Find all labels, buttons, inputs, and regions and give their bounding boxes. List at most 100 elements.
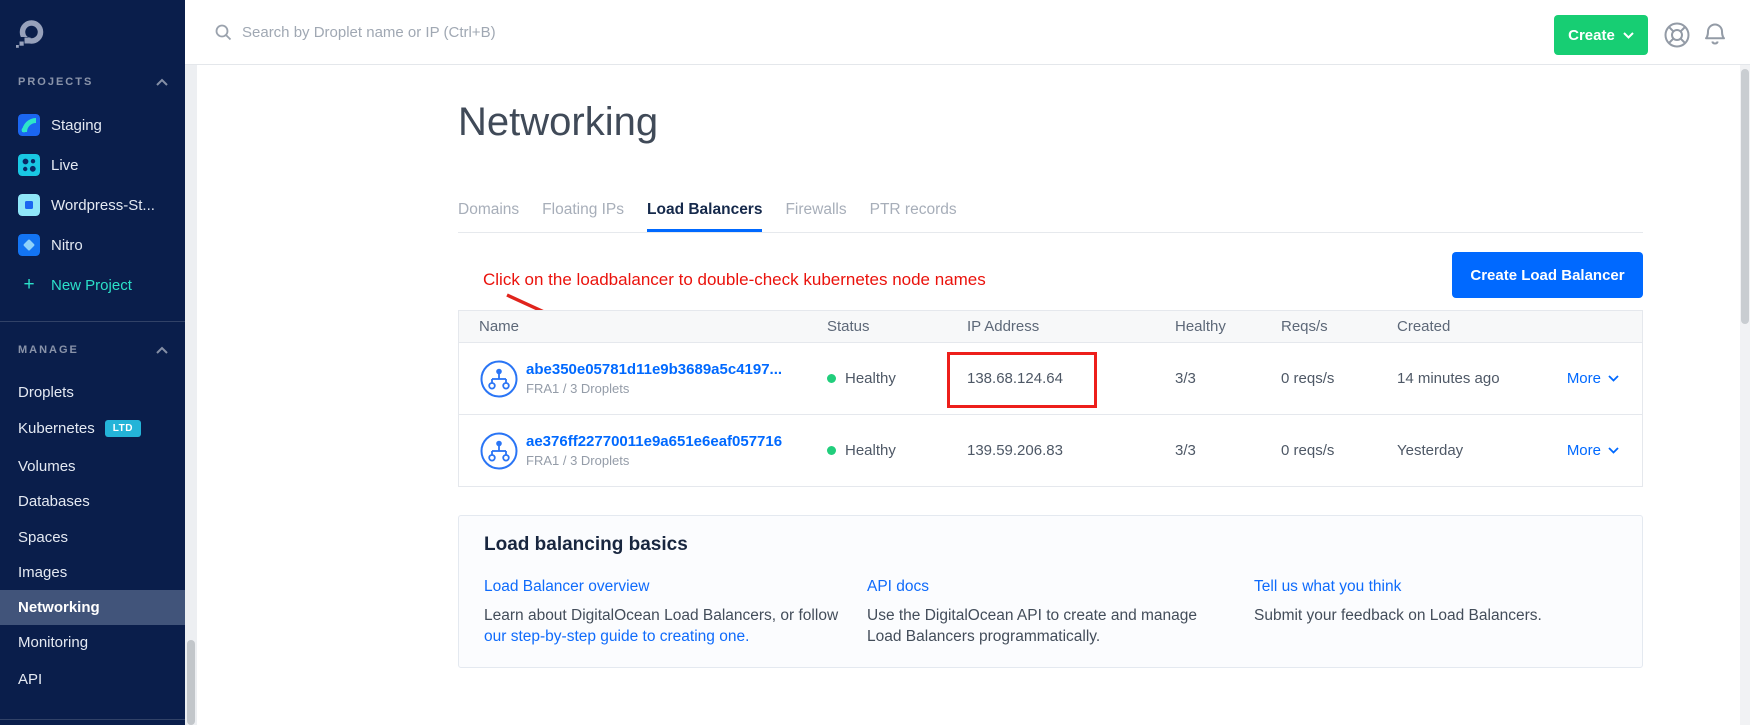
- chevron-up-icon: [155, 346, 169, 355]
- basics-text: Submit your feedback on Load Balancers.: [1254, 605, 1614, 626]
- sidebar-item-databases[interactable]: Databases: [0, 490, 185, 512]
- load-balancing-basics-card: Load balancing basics Load Balancer over…: [458, 515, 1643, 668]
- basics-column-overview: Load Balancer overview Learn about Digit…: [484, 576, 894, 647]
- ltd-badge: LTD: [105, 420, 141, 437]
- basics-title: Load balancing basics: [484, 534, 688, 556]
- sidebar-item-label: Networking: [18, 590, 100, 625]
- sidebar-item-networking-active[interactable]: Networking: [0, 590, 185, 625]
- more-menu-button[interactable]: More: [1564, 370, 1642, 387]
- sidebar-divider: [0, 321, 185, 322]
- chevron-down-icon: [1623, 32, 1634, 39]
- create-load-balancer-button[interactable]: Create Load Balancer: [1452, 252, 1643, 298]
- digitalocean-control-panel: PROJECTS Staging Live: [0, 0, 1750, 725]
- project-label: Nitro: [51, 237, 83, 254]
- step-by-step-guide-link[interactable]: our step-by-step guide to creating one.: [484, 628, 749, 645]
- basics-column-feedback: Tell us what you think Submit your feedb…: [1254, 576, 1614, 626]
- load-balancer-region: FRA1 / 3 Droplets: [526, 453, 782, 468]
- load-balancer-overview-link[interactable]: Load Balancer overview: [484, 576, 649, 597]
- chevron-down-icon: [1608, 447, 1619, 454]
- tab-ptr-records[interactable]: PTR records: [870, 201, 957, 232]
- new-project-button[interactable]: + New Project: [0, 272, 185, 298]
- project-label: Wordpress-St...: [51, 197, 155, 214]
- healthy-status-dot: [827, 374, 836, 383]
- status-label: Healthy: [845, 370, 896, 387]
- status-label: Healthy: [845, 442, 896, 459]
- search-icon: [215, 24, 232, 41]
- sidebar-item-monitoring[interactable]: Monitoring: [0, 631, 185, 653]
- chevron-down-icon: [1608, 375, 1619, 382]
- table-header-row: Name Status IP Address Healthy Reqs/s Cr…: [458, 310, 1643, 343]
- basics-text: Learn about DigitalOcean Load Balancers,…: [484, 607, 838, 624]
- sidebar-item-spaces[interactable]: Spaces: [0, 526, 185, 548]
- sidebar-item-label: Databases: [18, 493, 90, 510]
- sidebar-project-staging[interactable]: Staging: [0, 112, 185, 138]
- healthy-count: 3/3: [1175, 370, 1281, 387]
- page-title: Networking: [458, 100, 658, 145]
- feedback-link[interactable]: Tell us what you think: [1254, 576, 1401, 597]
- column-header-created: Created: [1397, 318, 1564, 335]
- load-balancer-name-link[interactable]: ae376ff22770011e9a651e6eaf057716: [526, 433, 782, 450]
- tab-bar: Domains Floating IPs Load Balancers Fire…: [458, 201, 957, 232]
- digitalocean-logo-icon[interactable]: [15, 18, 47, 55]
- tab-floating-ips[interactable]: Floating IPs: [542, 201, 624, 232]
- plus-icon: +: [18, 274, 40, 296]
- column-header-status: Status: [827, 318, 967, 335]
- tab-firewalls[interactable]: Firewalls: [785, 201, 846, 232]
- search-input[interactable]: [242, 24, 782, 41]
- sidebar: PROJECTS Staging Live: [0, 0, 185, 725]
- sidebar-project-nitro[interactable]: Nitro: [0, 232, 185, 258]
- ip-address-value: 139.59.206.83: [967, 442, 1175, 459]
- more-label: More: [1567, 442, 1601, 459]
- table-row[interactable]: abe350e05781d11e9b3689a5c4197... FRA1 / …: [458, 343, 1643, 415]
- sidebar-item-droplets[interactable]: Droplets: [0, 381, 185, 403]
- help-icon[interactable]: [1663, 21, 1693, 51]
- sidebar-divider: [0, 719, 185, 720]
- manage-section-header[interactable]: MANAGE: [18, 344, 169, 356]
- column-header-name: Name: [459, 318, 827, 335]
- sidebar-project-live[interactable]: Live: [0, 152, 185, 178]
- load-balancer-icon: [480, 360, 518, 398]
- sidebar-item-label: API: [18, 671, 42, 688]
- sidebar-item-label: Droplets: [18, 384, 74, 401]
- ip-address-value: 138.68.124.64: [967, 370, 1175, 387]
- new-project-label: New Project: [51, 277, 132, 294]
- tab-domains[interactable]: Domains: [458, 201, 519, 232]
- sidebar-item-volumes[interactable]: Volumes: [0, 455, 185, 477]
- sidebar-scrollbar-thumb[interactable]: [187, 640, 195, 725]
- nitro-project-icon: [18, 234, 40, 256]
- page-scrollbar: [1740, 65, 1750, 725]
- sidebar-scrollbar: [185, 0, 197, 725]
- load-balancer-table: Name Status IP Address Healthy Reqs/s Cr…: [458, 310, 1643, 487]
- basics-text: Use the DigitalOcean API to create and m…: [867, 605, 1197, 647]
- topbar: Create: [185, 0, 1750, 65]
- column-header-healthy: Healthy: [1175, 318, 1281, 335]
- table-row[interactable]: ae376ff22770011e9a651e6eaf057716 FRA1 / …: [458, 415, 1643, 487]
- basics-column-api: API docs Use the DigitalOcean API to cre…: [867, 576, 1197, 647]
- page-scrollbar-thumb[interactable]: [1741, 69, 1749, 324]
- healthy-status-dot: [827, 446, 836, 455]
- column-header-reqs: Reqs/s: [1281, 318, 1397, 335]
- projects-section-header[interactable]: PROJECTS: [18, 76, 169, 88]
- sidebar-item-label: Volumes: [18, 458, 76, 475]
- more-label: More: [1567, 370, 1601, 387]
- sidebar-project-wordpress[interactable]: Wordpress-St...: [0, 192, 185, 218]
- more-menu-button[interactable]: More: [1564, 442, 1642, 459]
- requests-value: 0 reqs/s: [1281, 442, 1397, 459]
- api-docs-link[interactable]: API docs: [867, 576, 929, 597]
- search-bar: [215, 0, 815, 64]
- tab-load-balancers[interactable]: Load Balancers: [647, 201, 762, 232]
- sidebar-item-images[interactable]: Images: [0, 561, 185, 583]
- create-button[interactable]: Create: [1554, 15, 1648, 55]
- projects-header-label: PROJECTS: [18, 76, 93, 88]
- load-balancer-name-link[interactable]: abe350e05781d11e9b3689a5c4197...: [526, 361, 782, 378]
- live-project-icon: [18, 154, 40, 176]
- sidebar-item-label: Kubernetes: [18, 420, 95, 437]
- sidebar-item-api[interactable]: API: [0, 668, 185, 690]
- wordpress-project-icon: [18, 194, 40, 216]
- created-value: 14 minutes ago: [1397, 370, 1564, 387]
- load-balancer-region: FRA1 / 3 Droplets: [526, 381, 782, 396]
- project-label: Staging: [51, 117, 102, 134]
- notifications-bell-icon[interactable]: [1701, 21, 1731, 51]
- sidebar-item-kubernetes[interactable]: Kubernetes LTD: [0, 417, 185, 439]
- healthy-count: 3/3: [1175, 442, 1281, 459]
